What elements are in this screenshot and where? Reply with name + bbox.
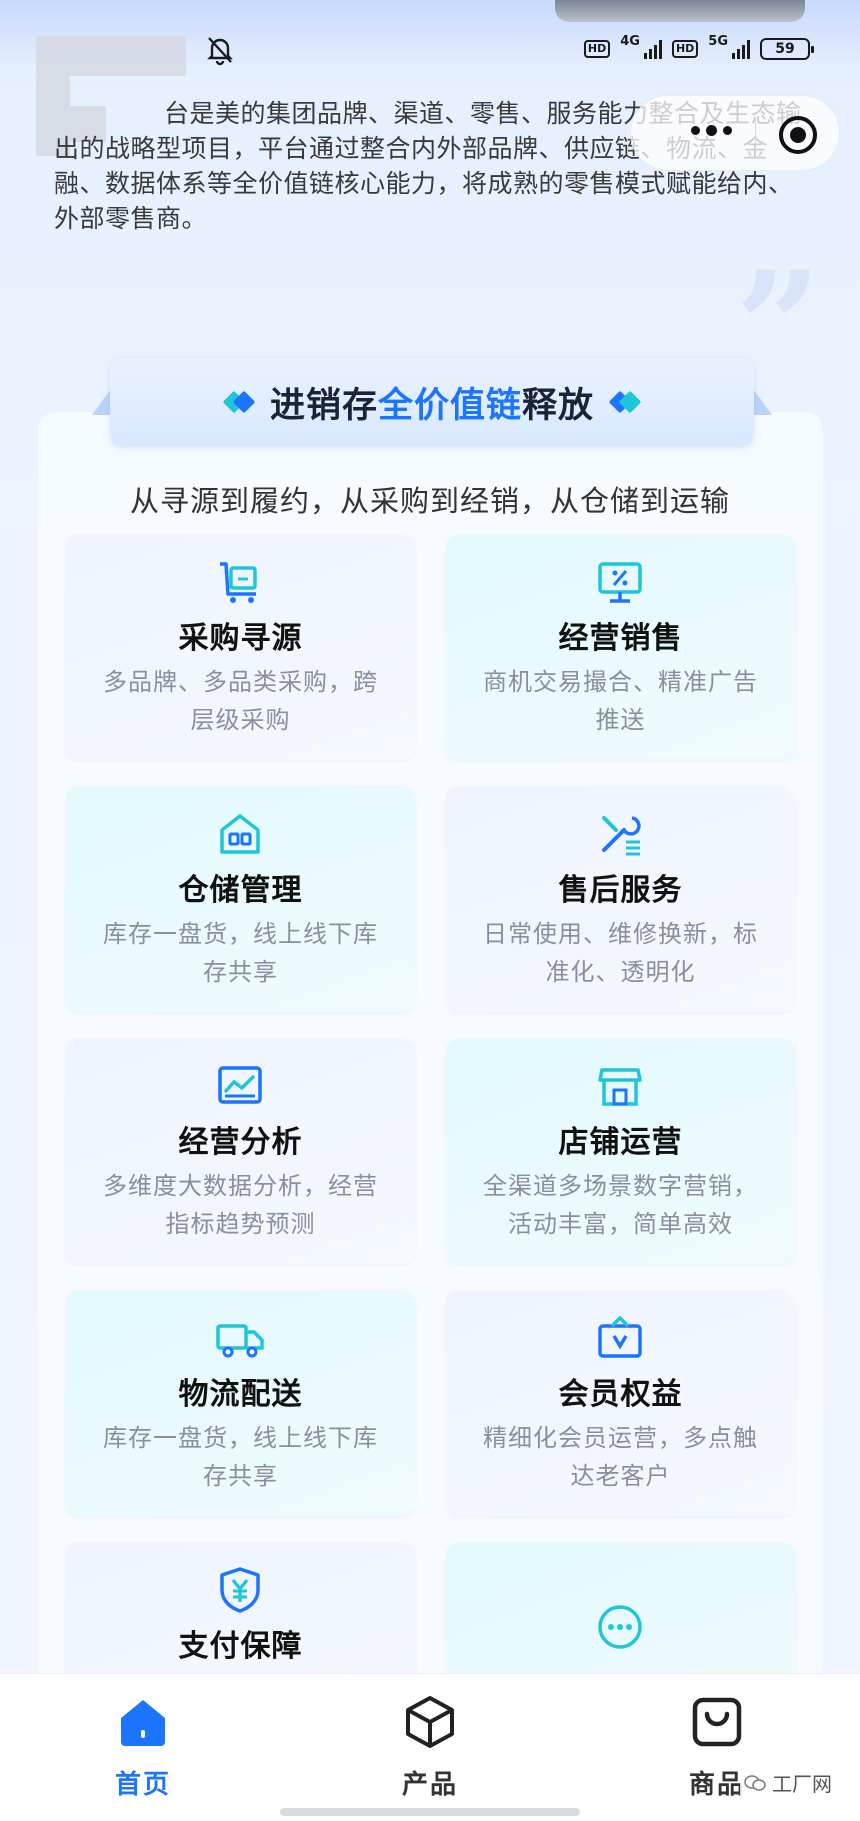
card-title: 物流配送 (178, 1377, 303, 1412)
cube-icon (406, 1696, 454, 1748)
card-description: 多品牌、多品类采购，跨层级采购 (103, 668, 378, 734)
card-description: 库存一盘货，线上线下库存共享 (103, 920, 378, 986)
feature-card-analysis[interactable]: 经营分析 多维度大数据分析，经营指标趋势预测 (66, 1039, 415, 1264)
card-description: 日常使用、维修换新，标准化、透明化 (483, 920, 758, 986)
section-banner: 进销存全价值链释放 (110, 358, 754, 446)
miniprogram-capsule (630, 95, 840, 171)
watermark: 工厂网 (740, 1766, 836, 1799)
warehouse-icon (220, 814, 260, 854)
shopping-bag-icon (692, 1697, 742, 1747)
bell-mute-icon (207, 37, 233, 66)
store-icon (598, 1068, 642, 1106)
tab-label: 首页 (114, 1770, 171, 1800)
hd-badge: HD (671, 40, 699, 58)
shopping-cart-icon (220, 562, 257, 603)
card-description: 商机交易撮合、精准广告推送 (483, 668, 758, 734)
truck-icon (216, 1324, 264, 1358)
card-title: 经营销售 (558, 621, 683, 656)
wechat-icon (744, 1774, 766, 1791)
card-title: 会员权益 (558, 1377, 683, 1412)
section-subtitle: 从寻源到履约，从采购到经销，从仓储到运输 (129, 484, 730, 518)
feature-card-aftersales[interactable]: 售后服务 日常使用、维修换新，标准化、透明化 (446, 787, 795, 1012)
capsule-divider (755, 118, 756, 150)
battery-icon: 59 (760, 38, 814, 60)
card-title: 支付保障 (178, 1629, 303, 1664)
feature-card-warehouse[interactable]: 仓储管理 库存一盘货，线上线下库存共享 (66, 787, 415, 1012)
card-description: 多维度大数据分析，经营指标趋势预测 (103, 1172, 378, 1238)
card-title: 采购寻源 (178, 621, 303, 656)
bottom-navigation: 首页 产品 商品 (0, 1673, 860, 1821)
signal-icon (732, 39, 750, 59)
card-title: 仓储管理 (178, 873, 303, 908)
card-title: 经营分析 (178, 1125, 303, 1160)
feature-card-store[interactable]: 店铺运营 全渠道多场景数字营销，活动丰富，简单高效 (446, 1039, 795, 1264)
network-type: 5G (708, 33, 728, 49)
percent-display-icon (598, 562, 642, 603)
diamond-icon (222, 390, 256, 414)
feature-card-membership[interactable]: 会员权益 精细化会员运营，多点触达老客户 (446, 1291, 795, 1516)
diamond-icon (608, 390, 642, 414)
feature-card-procurement[interactable]: 采购寻源 多品牌、多品类采购，跨层级采购 (66, 535, 415, 760)
card-title: 店铺运营 (558, 1125, 683, 1160)
more-menu-button[interactable] (691, 125, 732, 136)
card-title: 售后服务 (558, 873, 683, 908)
battery-level: 59 (775, 41, 795, 57)
home-icon (121, 1700, 165, 1746)
product-image-fragment (555, 0, 805, 22)
hd-badge: HD (583, 40, 611, 58)
banner-title: 进销存全价值链释放 (269, 385, 595, 426)
signal-icon (643, 39, 662, 59)
blurred-region (36, 36, 186, 76)
feature-card-sales[interactable]: 经营销售 商机交易撮合、精准广告推送 (446, 535, 795, 760)
tab-home[interactable]: 首页 (73, 1694, 213, 1801)
home-indicator (280, 1808, 580, 1816)
tools-icon (602, 816, 641, 856)
vip-bag-icon (598, 1316, 642, 1358)
close-target-button[interactable] (777, 114, 819, 156)
network-type: 4G (620, 33, 640, 49)
tab-products[interactable]: 产品 (360, 1694, 500, 1801)
more-dots-icon (598, 1605, 642, 1649)
card-description: 库存一盘货，线上线下库存共享 (103, 1424, 378, 1490)
watermark-text: 工厂网 (772, 1772, 832, 1796)
card-description: 全渠道多场景数字营销，活动丰富，简单高效 (483, 1172, 758, 1238)
yuan-shield-icon (220, 1567, 260, 1613)
card-description: 精细化会员运营，多点触达老客户 (483, 1424, 758, 1490)
chart-board-icon (218, 1066, 262, 1104)
tab-label: 产品 (401, 1770, 458, 1800)
feature-card-logistics[interactable]: 物流配送 库存一盘货，线上线下库存共享 (66, 1291, 415, 1516)
